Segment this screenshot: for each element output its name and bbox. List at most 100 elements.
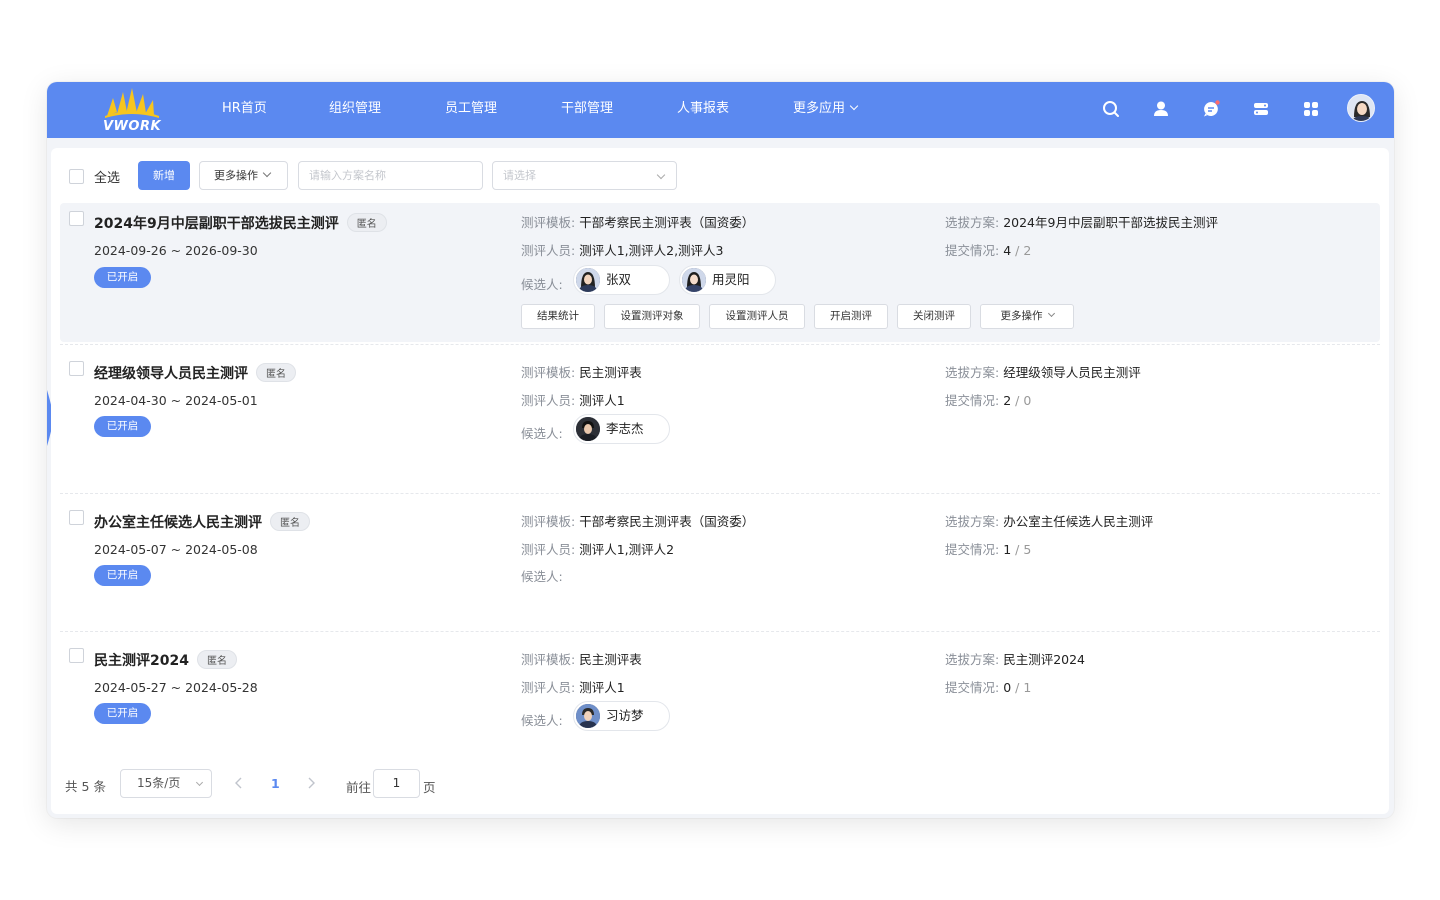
more-actions-dropdown[interactable]: 更多操作 (199, 161, 288, 190)
row-title[interactable]: 办公室主任候选人民主测评 匿名 (94, 512, 310, 532)
anonymous-tag: 匿名 (196, 650, 237, 669)
search-placeholder: 请输入方案名称 (309, 169, 386, 182)
server-toggle-icon[interactable] (1251, 99, 1271, 119)
message-icon[interactable] (1201, 99, 1221, 119)
candidates-label-text: 候选人: (521, 426, 563, 441)
row-checkbox[interactable] (69, 510, 84, 525)
more-actions-label: 更多操作 (214, 169, 258, 182)
select-all-checkbox[interactable] (69, 169, 84, 184)
plan-select[interactable]: 请选择 (492, 161, 677, 190)
status-badge: 已开启 (94, 267, 151, 288)
nav-employee-management[interactable]: 员工管理 (445, 82, 497, 138)
anonymous-tag: 匿名 (270, 512, 310, 531)
page-number-current[interactable]: 1 (271, 776, 280, 791)
user-icon[interactable] (1151, 99, 1171, 119)
table-row[interactable]: 2024年9月中层副职干部选拔民主测评 匿名 2024-09-26 ~ 2026-… (60, 203, 1380, 342)
search-icon[interactable] (1101, 99, 1121, 119)
row-date-range: 2024-04-30 ~ 2024-05-01 (94, 393, 258, 408)
submit-field: 提交情况: 0 / 1 (945, 677, 1031, 696)
candidate-chip[interactable]: 习访梦 (573, 701, 670, 731)
vwork-logo[interactable]: VWORK (99, 86, 169, 136)
row-date-range: 2024-09-26 ~ 2026-09-30 (94, 243, 258, 258)
submitted-count: 1 (1003, 542, 1012, 557)
main-panel: 全选 新增 更多操作 请输入方案名称 请选择 2024年9月中层副职干部选拔民主… (51, 148, 1389, 814)
raters-label: 测评人员: (521, 680, 576, 695)
nav-label: 更多应用 (793, 101, 846, 116)
row-date-range: 2024-05-07 ~ 2024-05-08 (94, 542, 258, 557)
result-stats-button[interactable]: 结果统计 (521, 304, 595, 329)
row-title-text: 2024年9月中层副职干部选拔民主测评 (94, 216, 339, 232)
submit-label: 提交情况: (945, 542, 1000, 557)
nav-org-management[interactable]: 组织管理 (329, 82, 381, 138)
row-title[interactable]: 经理级领导人员民主测评 匿名 (94, 363, 296, 383)
raters-label: 测评人员: (521, 542, 576, 557)
plan-field: 选拔方案: 民主测评2024 (945, 649, 1085, 668)
nav-cadre-management[interactable]: 干部管理 (561, 82, 613, 138)
person-photo-icon (682, 268, 706, 292)
chevron-down-icon (656, 170, 666, 180)
candidates-label: 候选人: (521, 566, 563, 585)
chevron-down-icon (1047, 309, 1055, 318)
total-count: 0 (1023, 393, 1032, 408)
select-all-label: 全选 (94, 171, 121, 186)
row-checkbox[interactable] (69, 361, 84, 376)
close-evaluation-button[interactable]: 关闭测评 (897, 304, 971, 329)
row-checkbox[interactable] (69, 648, 84, 663)
slash: / (1015, 680, 1020, 695)
person-photo-icon (576, 704, 600, 728)
candidates-label-text: 候选人: (521, 277, 563, 292)
template-label: 测评模板: (521, 652, 576, 667)
row-more-actions-dropdown[interactable]: 更多操作 (980, 304, 1074, 329)
candidate-chip[interactable]: 用灵阳 (679, 265, 776, 295)
chevron-down-icon (262, 168, 272, 178)
candidates-label: 候选人: (521, 423, 563, 442)
raters-label: 测评人员: (521, 393, 576, 408)
template-value: 民主测评表 (579, 652, 642, 667)
row-title[interactable]: 2024年9月中层副职干部选拔民主测评 匿名 (94, 213, 387, 233)
start-evaluation-button[interactable]: 开启测评 (814, 304, 888, 329)
page-size-value: 15条/页 (137, 776, 181, 790)
nav-label: 员工管理 (445, 101, 498, 116)
template-field: 测评模板: 民主测评表 (521, 649, 642, 668)
goto-page-value: 1 (392, 776, 401, 790)
candidate-avatar (576, 417, 600, 441)
submitted-count: 0 (1003, 680, 1012, 695)
nav-more-apps[interactable]: 更多应用 (793, 82, 859, 138)
nav-hr-reports[interactable]: 人事报表 (677, 82, 729, 138)
next-page-icon[interactable] (306, 777, 316, 789)
template-label: 测评模板: (521, 365, 576, 380)
goto-prefix: 前往 (346, 780, 372, 795)
plan-value: 2024年9月中层副职干部选拔民主测评 (1003, 215, 1218, 230)
row-date-range: 2024-05-27 ~ 2024-05-28 (94, 680, 258, 695)
prev-page-icon[interactable] (234, 777, 244, 789)
anonymous-tag: 匿名 (256, 363, 296, 382)
raters-value: 测评人1,测评人2 (579, 542, 675, 557)
row-checkbox[interactable] (69, 211, 84, 226)
submitted-count: 4 (1003, 243, 1012, 258)
table-row[interactable]: 经理级领导人员民主测评 匿名 2024-04-30 ~ 2024-05-01 已开… (60, 353, 1380, 493)
submit-label: 提交情况: (945, 393, 1000, 408)
plan-name-search-input[interactable]: 请输入方案名称 (298, 161, 483, 190)
nav-hr-home[interactable]: HR首页 (222, 82, 267, 138)
template-value: 干部考察民主测评表（国资委） (579, 215, 755, 230)
raters-field: 测评人员: 测评人1 (521, 390, 625, 409)
template-value: 干部考察民主测评表（国资委） (579, 514, 755, 529)
plan-value: 经理级领导人员民主测评 (1003, 365, 1141, 380)
candidate-chip[interactable]: 张双 (573, 265, 670, 295)
goto-page-input[interactable]: 1 (373, 769, 420, 798)
add-button[interactable]: 新增 (138, 161, 190, 190)
set-target-button[interactable]: 设置测评对象 (604, 304, 700, 329)
candidate-name: 张双 (606, 272, 632, 287)
set-raters-button[interactable]: 设置测评人员 (709, 304, 805, 329)
row-title[interactable]: 民主测评2024 匿名 (94, 650, 237, 670)
apps-grid-icon[interactable] (1301, 99, 1321, 119)
page-size-select[interactable]: 15条/页 (120, 769, 212, 798)
status-badge: 已开启 (94, 703, 151, 724)
user-avatar[interactable] (1347, 94, 1375, 122)
raters-field: 测评人员: 测评人1 (521, 677, 625, 696)
table-row[interactable]: 办公室主任候选人民主测评 匿名 2024-05-07 ~ 2024-05-08 已… (60, 502, 1380, 632)
anonymous-tag: 匿名 (346, 213, 387, 232)
candidate-chip[interactable]: 李志杰 (573, 414, 670, 444)
select-placeholder: 请选择 (503, 169, 536, 182)
table-row[interactable]: 民主测评2024 匿名 2024-05-27 ~ 2024-05-28 已开启 测… (60, 640, 1380, 745)
